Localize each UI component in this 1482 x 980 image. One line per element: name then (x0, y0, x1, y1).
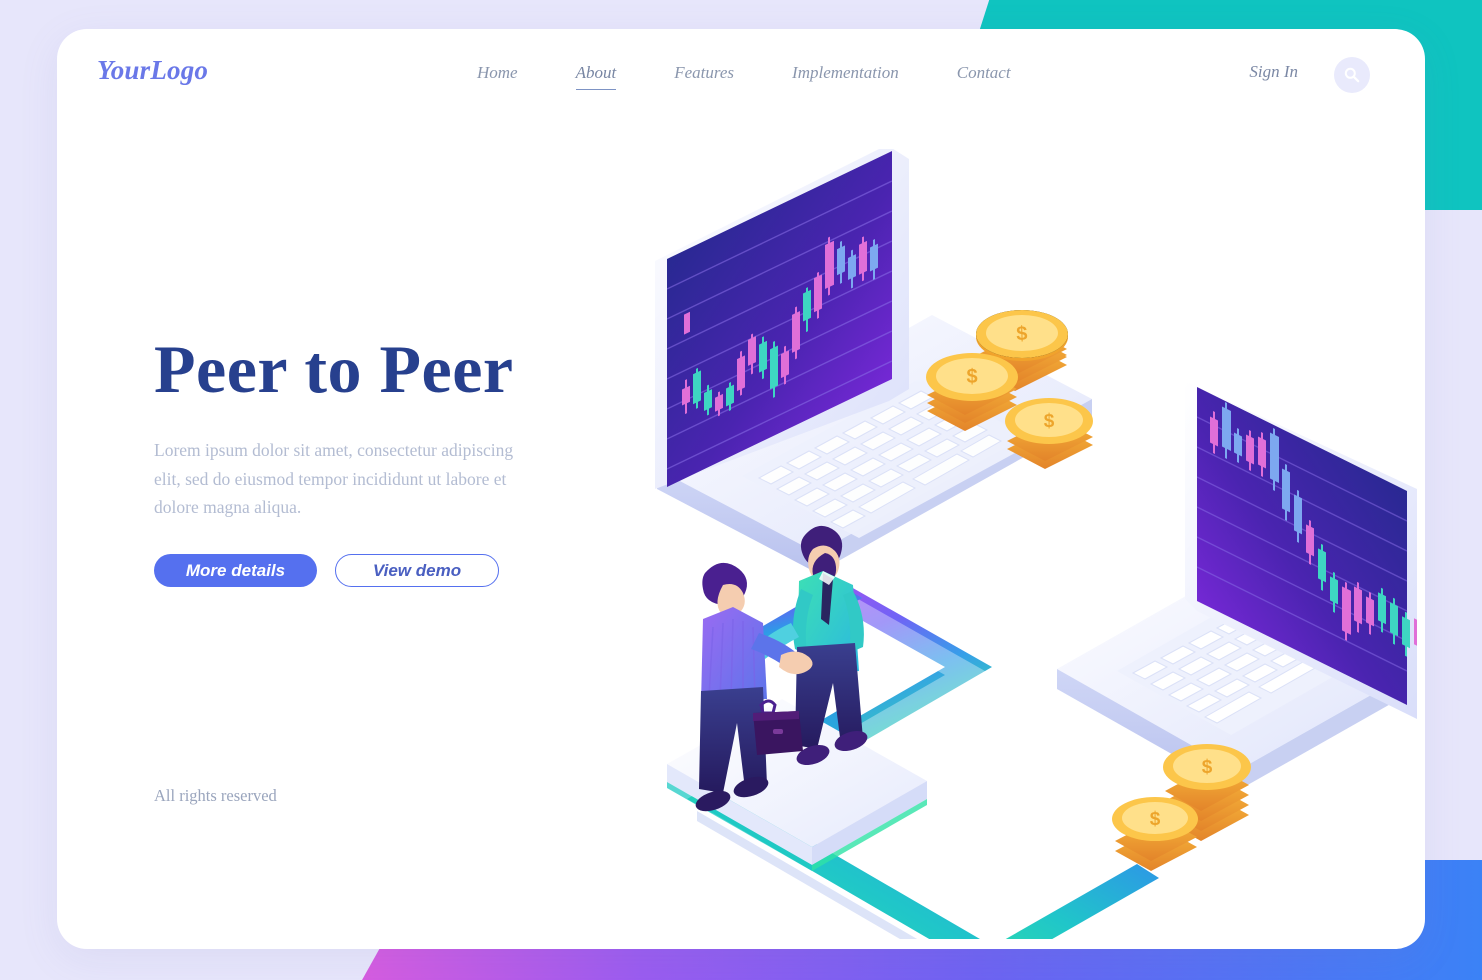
svg-text:$: $ (1044, 411, 1055, 432)
copyright-text: All rights reserved (154, 786, 277, 805)
laptop-right (1057, 381, 1417, 791)
coin-stack-lower-short: $ (1112, 797, 1198, 871)
sign-in-link[interactable]: Sign In (1249, 62, 1298, 82)
hero-illustration: $ $ $ $ $ (537, 149, 1417, 939)
svg-text:$: $ (966, 366, 977, 388)
svg-text:$: $ (1150, 809, 1161, 830)
nav-item-contact[interactable]: Contact (957, 59, 1011, 90)
nav-item-home[interactable]: Home (477, 59, 518, 90)
cta-button-group: More details View demo (154, 554, 574, 588)
brand-logo[interactable]: YourLogo (97, 55, 208, 86)
search-button[interactable] (1334, 57, 1370, 93)
nav-item-features[interactable]: Features (674, 59, 734, 90)
nav-item-about[interactable]: About (575, 59, 617, 90)
svg-text:$: $ (1202, 757, 1213, 778)
hero-subtitle: Lorem ipsum dolor sit amet, consectetur … (154, 440, 514, 518)
page-title: Peer to Peer (154, 331, 514, 407)
hero-section: Peer to Peer Lorem ipsum dolor sit amet,… (154, 331, 574, 588)
coin-stack-lower: $ $ (1112, 744, 1251, 871)
nav-item-implementation[interactable]: Implementation (792, 59, 899, 90)
svg-text:$: $ (1016, 323, 1028, 345)
main-navigation: Home About Features Implementation Conta… (477, 59, 1011, 90)
site-header: YourLogo Home About Features Implementat… (57, 29, 1425, 119)
more-details-button[interactable]: More details (154, 554, 317, 588)
view-demo-button[interactable]: View demo (335, 554, 499, 588)
landing-page-card: YourLogo Home About Features Implementat… (57, 29, 1425, 949)
search-icon (1344, 67, 1360, 83)
